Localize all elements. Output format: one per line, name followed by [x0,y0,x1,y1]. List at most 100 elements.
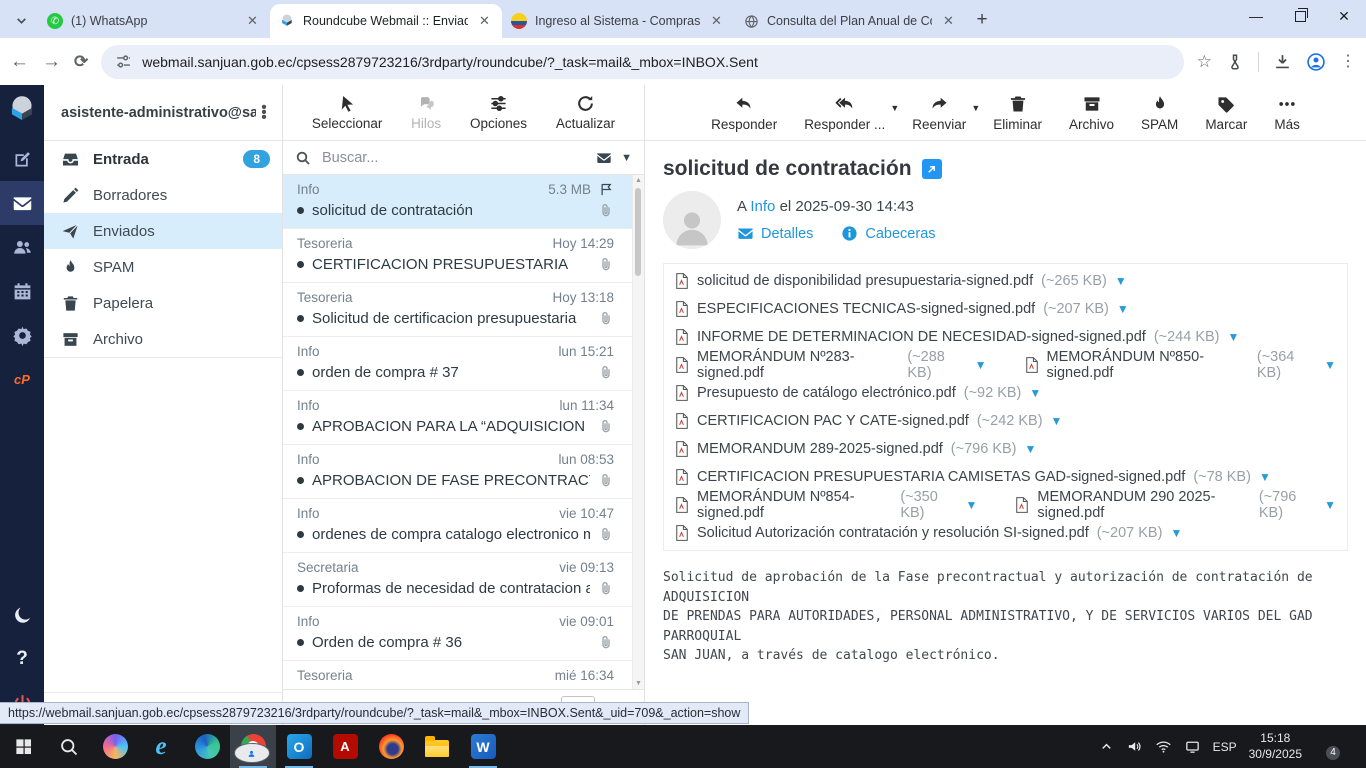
rail-cpanel-button[interactable]: cP [0,357,44,401]
browser-tab-4[interactable]: Consulta del Plan Anual de Con ✕ [734,4,966,38]
account-menu-kebab-icon[interactable]: • • • [256,100,272,125]
attachment-menu-caret-icon[interactable]: ▼ [1029,386,1041,400]
tab-close-icon[interactable]: ✕ [476,13,493,30]
minimize-button[interactable]: — [1234,0,1278,32]
rail-dark-mode-button[interactable] [0,593,44,637]
attachment-menu-caret-icon[interactable]: ▼ [1051,414,1063,428]
headers-link[interactable]: Cabeceras [841,225,936,242]
attachment-name[interactable]: solicitud de disponibilidad presupuestar… [697,273,1033,289]
forward-button[interactable]: → [42,52,61,71]
tab-close-icon[interactable]: ✕ [708,13,725,30]
scrollbar[interactable]: ▲ ▼ [632,175,644,689]
message-row-3[interactable]: Tesoreria Hoy 13:18 Solicitud de certifica… [283,283,644,337]
attachment-menu-caret-icon[interactable]: ▼ [1324,358,1336,372]
msg-toolbar-archive-button[interactable]: Archivo [1069,94,1114,132]
attachment-menu-caret-icon[interactable]: ▼ [1324,498,1336,512]
folder-papelera[interactable]: Papelera [44,285,282,321]
message-row-6[interactable]: Info lun 08:53 APROBACION DE FASE PRECONTR… [283,445,644,499]
profile-icon[interactable] [1306,52,1326,72]
taskbar-start-button[interactable] [0,725,46,768]
message-row-4[interactable]: Info lun 15:21 orden de compra # 37 [283,337,644,391]
notification-center-button[interactable]: 4 [1314,737,1340,760]
attachment-name[interactable]: INFORME DE DETERMINACION DE NECESIDAD-si… [697,329,1146,345]
list-toolbar-opciones[interactable]: Opciones [470,94,527,131]
restore-button[interactable] [1278,0,1322,32]
msg-toolbar-forward-button[interactable]: ▼ Reenviar [912,94,980,132]
list-toolbar-hilos[interactable]: Hilos [411,94,441,131]
message-row-1[interactable]: Info 5.3 MB solicitud de contratación [283,175,644,229]
labs-beaker-icon[interactable] [1226,53,1244,71]
msg-toolbar-reply-all-button[interactable]: ▼ Responder ... [804,94,899,132]
reload-button[interactable]: ⟳ [74,53,88,70]
tab-close-icon[interactable]: ✕ [244,13,261,30]
list-toolbar-actualizar[interactable]: Actualizar [556,94,615,131]
details-link[interactable]: Detalles [737,225,813,242]
scroll-down-arrow[interactable]: ▼ [633,678,644,689]
language-indicator[interactable]: ESP [1213,740,1237,754]
attachment-name[interactable]: ESPECIFICACIONES TECNICAS-signed-signed.… [697,301,1035,317]
tune-icon[interactable] [115,53,132,70]
message-row-9[interactable]: Info vie 09:01 Orden de compra # 36 [283,607,644,661]
search-input[interactable] [320,148,588,167]
rail-help-button[interactable]: ? [0,637,44,681]
list-toolbar-seleccionar[interactable]: Seleccionar [312,94,382,131]
folder-spam[interactable]: SPAM [44,249,282,285]
tab-close-icon[interactable]: ✕ [940,13,957,30]
folder-entrada[interactable]: Entrada 8 [44,141,282,177]
rail-mail-button[interactable] [0,181,44,225]
msg-toolbar-reply-button[interactable]: Responder [711,94,777,132]
attachment-menu-caret-icon[interactable]: ▼ [1115,274,1127,288]
taskbar-ie-button[interactable]: e [138,725,184,768]
dropdown-caret-icon[interactable]: ▼ [890,103,899,113]
scroll-up-arrow[interactable]: ▲ [633,175,644,186]
msg-toolbar-trash-button[interactable]: Eliminar [993,94,1042,132]
menu-kebab-icon[interactable]: ⋮ [1340,53,1356,70]
taskbar-search-button[interactable] [46,725,92,768]
download-icon[interactable] [1273,52,1292,71]
folder-enviados[interactable]: Enviados [44,213,282,249]
msg-toolbar-more-button[interactable]: Más [1274,94,1300,132]
dropdown-caret-icon[interactable]: ▼ [971,103,980,113]
rail-contacts-button[interactable] [0,225,44,269]
browser-tab-1[interactable]: ✆ (1) WhatsApp ✕ [38,4,270,38]
taskbar-explorer-button[interactable] [414,725,460,768]
attachment-menu-caret-icon[interactable]: ▼ [1170,526,1182,540]
tray-chevron-up-icon[interactable] [1099,739,1114,754]
attachment-name[interactable]: CERTIFICACION PRESUPUESTARIA CAMISETAS G… [697,469,1185,485]
close-button[interactable]: ✕ [1322,0,1366,32]
msg-toolbar-flame-button[interactable]: SPAM [1141,94,1178,132]
attachment-name[interactable]: MEMORANDUM 289-2025-signed.pdf [697,441,943,457]
to-link[interactable]: Info [750,198,775,215]
scrollbar-thumb[interactable] [635,188,641,276]
back-button[interactable]: ← [10,52,29,71]
url-bar[interactable]: webmail.sanjuan.gob.ec/cpsess2879723216/… [101,44,1184,79]
attachment-name[interactable]: MEMORÁNDUM Nº850-signed.pdf [1047,349,1249,381]
rail-calendar-button[interactable] [0,269,44,313]
folder-borradores[interactable]: Borradores [44,177,282,213]
flag-icon[interactable] [599,182,614,197]
message-row-2[interactable]: Tesoreria Hoy 14:29 CERTIFICACION PRESUPUE… [283,229,644,283]
attachment-name[interactable]: MEMORÁNDUM Nº854-signed.pdf [697,489,892,521]
attachment-menu-caret-icon[interactable]: ▼ [965,498,977,512]
message-row-5[interactable]: Info lun 11:34 APROBACION PARA LA “ADQUISI… [283,391,644,445]
attachment-name[interactable]: Solicitud Autorización contratación y re… [697,525,1089,541]
attachment-name[interactable]: MEMORANDUM 290 2025-signed.pdf [1037,489,1250,521]
rail-settings-button[interactable] [0,313,44,357]
attachment-name[interactable]: CERTIFICACION PAC Y CATE-signed.pdf [697,413,969,429]
attachment-menu-caret-icon[interactable]: ▼ [1259,470,1271,484]
msg-toolbar-tag-button[interactable]: Marcar [1205,94,1247,132]
open-in-new-window-icon[interactable] [921,159,942,179]
search-options-chevron-icon[interactable]: ▼ [621,152,632,164]
taskbar-firefox-button[interactable] [368,725,414,768]
attachment-menu-caret-icon[interactable]: ▼ [1117,302,1129,316]
rail-compose-button[interactable] [0,137,44,181]
display-cast-icon[interactable] [1184,738,1201,755]
message-row-10[interactable]: Tesoreria mié 16:34 [283,661,644,689]
taskbar-chrome-button[interactable] [230,725,276,768]
taskbar-outlook-button[interactable]: O [276,725,322,768]
message-row-7[interactable]: Info vie 10:47 ordenes de compra catalogo … [283,499,644,553]
url-text[interactable]: webmail.sanjuan.gob.ec/cpsess2879723216/… [142,54,758,70]
attachment-menu-caret-icon[interactable]: ▼ [1025,442,1037,456]
taskbar-edge-button[interactable] [184,725,230,768]
browser-tab-3[interactable]: Ingreso al Sistema - Compras P ✕ [502,4,734,38]
